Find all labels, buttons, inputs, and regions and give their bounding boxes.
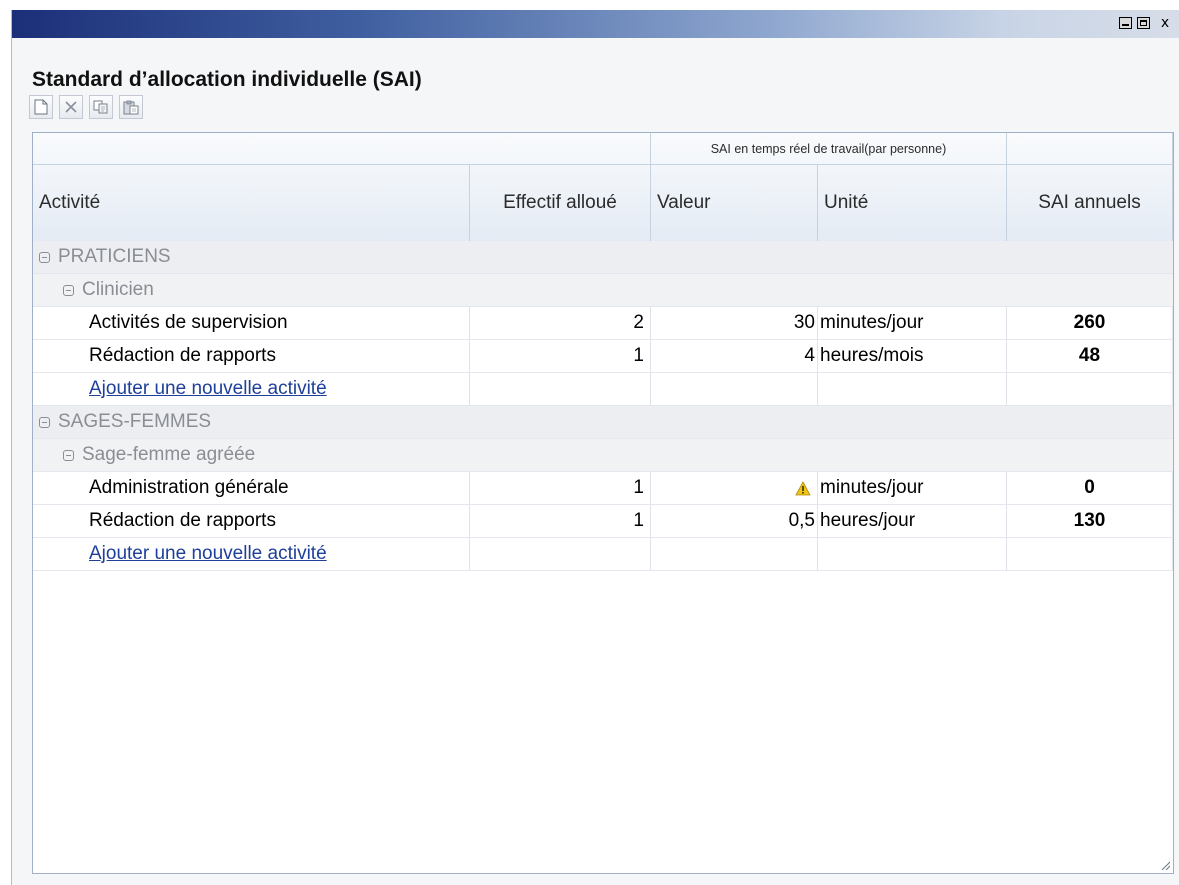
empty-cell: [651, 538, 818, 570]
collapse-toggle-icon[interactable]: [39, 416, 50, 428]
add-activity-link[interactable]: Ajouter une nouvelle activité: [89, 543, 327, 565]
header-band-sai: SAI en temps réel de travail(par personn…: [651, 133, 1007, 165]
value-cell[interactable]: 4: [651, 340, 818, 372]
collapse-toggle-icon[interactable]: [63, 284, 74, 296]
maximize-icon[interactable]: [1137, 14, 1150, 32]
annual-sai-cell: 260: [1007, 307, 1173, 339]
empty-cell: [1007, 538, 1173, 570]
subgroup-name: Clinicien: [82, 279, 154, 300]
warning-icon: [795, 480, 811, 495]
activity-cell[interactable]: Rédaction de rapports: [83, 505, 470, 537]
collapse-toggle-icon[interactable]: [39, 251, 50, 263]
staff-cell[interactable]: 1: [470, 505, 651, 537]
new-button[interactable]: [29, 95, 53, 119]
group-label: SAGES-FEMMES: [39, 406, 211, 438]
annual-sai-cell: 130: [1007, 505, 1173, 537]
column-header-unit[interactable]: Unité: [818, 165, 1007, 241]
empty-cell: [470, 538, 651, 570]
unit-cell[interactable]: heures/jour: [818, 505, 1007, 537]
copy-button[interactable]: [89, 95, 113, 119]
app-window: x Standard d’allocation individuelle (SA…: [11, 10, 1179, 885]
resize-grip-icon[interactable]: [1160, 860, 1170, 870]
value-cell[interactable]: 0,5: [651, 505, 818, 537]
empty-cell: [818, 373, 1007, 405]
empty-cell: [818, 538, 1007, 570]
minimize-icon[interactable]: [1119, 14, 1132, 32]
activity-cell[interactable]: Activités de supervision: [83, 307, 470, 339]
column-header-annual[interactable]: SAI annuels: [1007, 165, 1173, 241]
value-cell[interactable]: [651, 472, 818, 504]
table-row[interactable]: Rédaction de rapports 1 0,5 heures/jour …: [33, 505, 1173, 538]
table-row[interactable]: Administration générale 1 minutes/jour 0: [33, 472, 1173, 505]
staff-cell[interactable]: 1: [470, 340, 651, 372]
subgroup-label: Sage-femme agréée: [63, 439, 255, 471]
annual-sai-cell: 48: [1007, 340, 1173, 372]
column-header-activity[interactable]: Activité: [33, 165, 470, 241]
add-activity-row: Ajouter une nouvelle activité: [33, 373, 1173, 406]
subgroup-label: Clinicien: [63, 274, 154, 306]
title-bar: x: [12, 10, 1179, 38]
paste-button[interactable]: [119, 95, 143, 119]
subgroup-name: Sage-femme agréée: [82, 444, 256, 465]
header-band-empty: [33, 133, 651, 165]
subgroup-row-clinicien[interactable]: Clinicien: [33, 274, 1173, 307]
page-title: Standard d’allocation individuelle (SAI): [32, 68, 422, 91]
activity-cell[interactable]: Administration générale: [83, 472, 470, 504]
column-header-staff[interactable]: Effectif alloué: [470, 165, 651, 241]
annual-sai-cell: 0: [1007, 472, 1173, 504]
paste-icon: [123, 100, 139, 114]
unit-cell[interactable]: heures/mois: [818, 340, 1007, 372]
group-row-praticiens[interactable]: PRATICIENS: [33, 241, 1173, 274]
grid-header: SAI en temps réel de travail(par personn…: [33, 133, 1173, 242]
unit-cell[interactable]: minutes/jour: [818, 307, 1007, 339]
add-activity-link-cell: Ajouter une nouvelle activité: [83, 538, 470, 570]
group-row-sages-femmes[interactable]: SAGES-FEMMES: [33, 406, 1173, 439]
table-row[interactable]: Rédaction de rapports 1 4 heures/mois 48: [33, 340, 1173, 373]
copy-icon: [93, 100, 108, 114]
activity-cell[interactable]: Rédaction de rapports: [83, 340, 470, 372]
group-name: PRATICIENS: [58, 246, 171, 267]
column-header-value[interactable]: Valeur: [651, 165, 818, 241]
empty-cell: [1007, 373, 1173, 405]
header-band-empty-right: [1007, 133, 1173, 165]
unit-cell[interactable]: minutes/jour: [818, 472, 1007, 504]
delete-x-icon: [65, 101, 77, 113]
close-icon[interactable]: x: [1155, 14, 1175, 32]
empty-cell: [651, 373, 818, 405]
add-activity-link[interactable]: Ajouter une nouvelle activité: [89, 378, 327, 400]
toolbar: [29, 91, 143, 125]
collapse-toggle-icon[interactable]: [63, 449, 74, 461]
group-name: SAGES-FEMMES: [58, 411, 212, 432]
sai-grid: SAI en temps réel de travail(par personn…: [32, 132, 1174, 874]
subgroup-row-sage-femme[interactable]: Sage-femme agréée: [33, 439, 1173, 472]
value-cell[interactable]: 30: [651, 307, 818, 339]
add-activity-link-cell: Ajouter une nouvelle activité: [83, 373, 470, 405]
add-activity-row: Ajouter une nouvelle activité: [33, 538, 1173, 571]
new-document-icon: [34, 99, 48, 115]
table-row[interactable]: Activités de supervision 2 30 minutes/jo…: [33, 307, 1173, 340]
empty-cell: [470, 373, 651, 405]
delete-button[interactable]: [59, 95, 83, 119]
staff-cell[interactable]: 1: [470, 472, 651, 504]
group-label: PRATICIENS: [39, 241, 171, 273]
staff-cell[interactable]: 2: [470, 307, 651, 339]
